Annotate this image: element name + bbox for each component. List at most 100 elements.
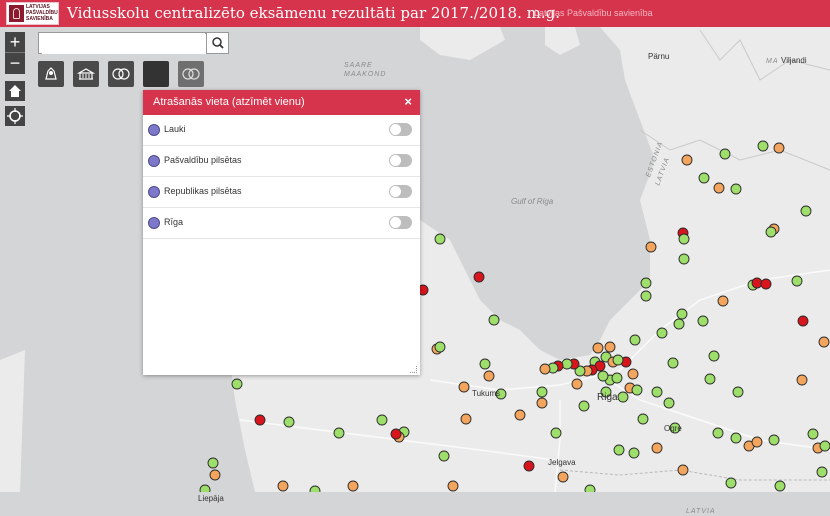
school-marker[interactable]	[681, 154, 693, 166]
toggle-switch[interactable]	[389, 185, 412, 198]
school-marker[interactable]	[751, 436, 763, 448]
school-marker[interactable]	[774, 480, 786, 492]
school-marker[interactable]	[277, 480, 289, 492]
school-marker[interactable]	[460, 413, 472, 425]
school-marker[interactable]	[447, 480, 459, 492]
school-marker[interactable]	[604, 341, 616, 353]
school-marker[interactable]	[667, 357, 679, 369]
school-marker[interactable]	[796, 374, 808, 386]
school-marker[interactable]	[713, 182, 725, 194]
school-marker[interactable]	[698, 172, 710, 184]
school-marker[interactable]	[536, 397, 548, 409]
tool-button-schools[interactable]	[73, 61, 99, 87]
school-marker[interactable]	[207, 457, 219, 469]
school-marker[interactable]	[231, 378, 243, 390]
school-marker[interactable]	[651, 386, 663, 398]
school-marker[interactable]	[561, 358, 573, 370]
resize-grip-icon[interactable]	[410, 366, 417, 373]
school-marker[interactable]	[819, 440, 830, 452]
school-marker[interactable]	[645, 241, 657, 253]
school-marker[interactable]	[479, 358, 491, 370]
school-marker[interactable]	[807, 428, 819, 440]
school-marker[interactable]	[708, 350, 720, 362]
school-marker[interactable]	[617, 391, 629, 403]
school-marker[interactable]	[757, 140, 769, 152]
tool-button-location-filter[interactable]	[143, 61, 169, 87]
school-marker[interactable]	[557, 471, 569, 483]
school-marker[interactable]	[640, 277, 652, 289]
school-marker[interactable]	[628, 447, 640, 459]
school-marker[interactable]	[539, 363, 551, 375]
school-marker[interactable]	[333, 427, 345, 439]
school-marker[interactable]	[584, 484, 596, 492]
school-marker[interactable]	[631, 384, 643, 396]
school-marker[interactable]	[676, 308, 688, 320]
search-button[interactable]	[206, 32, 229, 54]
school-marker[interactable]	[719, 148, 731, 160]
school-marker[interactable]	[797, 315, 809, 327]
school-marker[interactable]	[611, 372, 623, 384]
toggle-switch[interactable]	[389, 123, 412, 136]
school-marker[interactable]	[473, 271, 485, 283]
school-marker[interactable]	[717, 295, 729, 307]
school-marker[interactable]	[550, 427, 562, 439]
school-marker[interactable]	[678, 253, 690, 265]
school-marker[interactable]	[629, 334, 641, 346]
school-marker[interactable]	[651, 442, 663, 454]
tool-button-filter[interactable]	[178, 61, 204, 87]
school-marker[interactable]	[209, 469, 221, 481]
school-marker[interactable]	[483, 370, 495, 382]
school-marker[interactable]	[434, 341, 446, 353]
school-marker[interactable]	[768, 434, 780, 446]
school-marker[interactable]	[536, 386, 548, 398]
school-marker[interactable]	[673, 318, 685, 330]
school-marker[interactable]	[751, 277, 763, 289]
search-input[interactable]	[42, 34, 206, 54]
tool-button-layers[interactable]	[38, 61, 64, 87]
school-marker[interactable]	[390, 428, 402, 440]
school-marker[interactable]	[254, 414, 266, 426]
school-marker[interactable]	[637, 413, 649, 425]
school-marker[interactable]	[571, 378, 583, 390]
school-marker[interactable]	[347, 480, 359, 492]
school-marker[interactable]	[791, 275, 803, 287]
school-marker[interactable]	[818, 336, 830, 348]
tool-button-compare[interactable]	[108, 61, 134, 87]
school-marker[interactable]	[199, 484, 211, 492]
school-marker[interactable]	[730, 432, 742, 444]
home-button[interactable]	[5, 81, 25, 101]
school-marker[interactable]	[730, 183, 742, 195]
school-marker[interactable]	[613, 444, 625, 456]
school-marker[interactable]	[488, 314, 500, 326]
school-marker[interactable]	[592, 342, 604, 354]
school-marker[interactable]	[656, 327, 668, 339]
school-marker[interactable]	[816, 466, 828, 478]
school-marker[interactable]	[760, 278, 772, 290]
school-marker[interactable]	[697, 315, 709, 327]
school-marker[interactable]	[765, 226, 777, 238]
toggle-switch[interactable]	[389, 154, 412, 167]
zoom-out-button[interactable]: −	[5, 53, 25, 73]
school-marker[interactable]	[640, 290, 652, 302]
locate-button[interactable]	[5, 106, 25, 126]
zoom-in-button[interactable]: +	[5, 32, 25, 53]
school-marker[interactable]	[434, 233, 446, 245]
school-marker[interactable]	[678, 233, 690, 245]
school-marker[interactable]	[458, 381, 470, 393]
school-marker[interactable]	[773, 142, 785, 154]
school-marker[interactable]	[677, 464, 689, 476]
close-icon[interactable]: ×	[404, 94, 412, 110]
school-marker[interactable]	[283, 416, 295, 428]
school-marker[interactable]	[704, 373, 716, 385]
school-marker[interactable]	[725, 477, 737, 489]
school-marker[interactable]	[663, 397, 675, 409]
school-marker[interactable]	[578, 400, 590, 412]
toggle-switch[interactable]	[389, 216, 412, 229]
school-marker[interactable]	[612, 354, 624, 366]
school-marker[interactable]	[523, 460, 535, 472]
school-marker[interactable]	[732, 386, 744, 398]
school-marker[interactable]	[712, 427, 724, 439]
school-marker[interactable]	[438, 450, 450, 462]
school-marker[interactable]	[514, 409, 526, 421]
school-marker[interactable]	[597, 370, 609, 382]
